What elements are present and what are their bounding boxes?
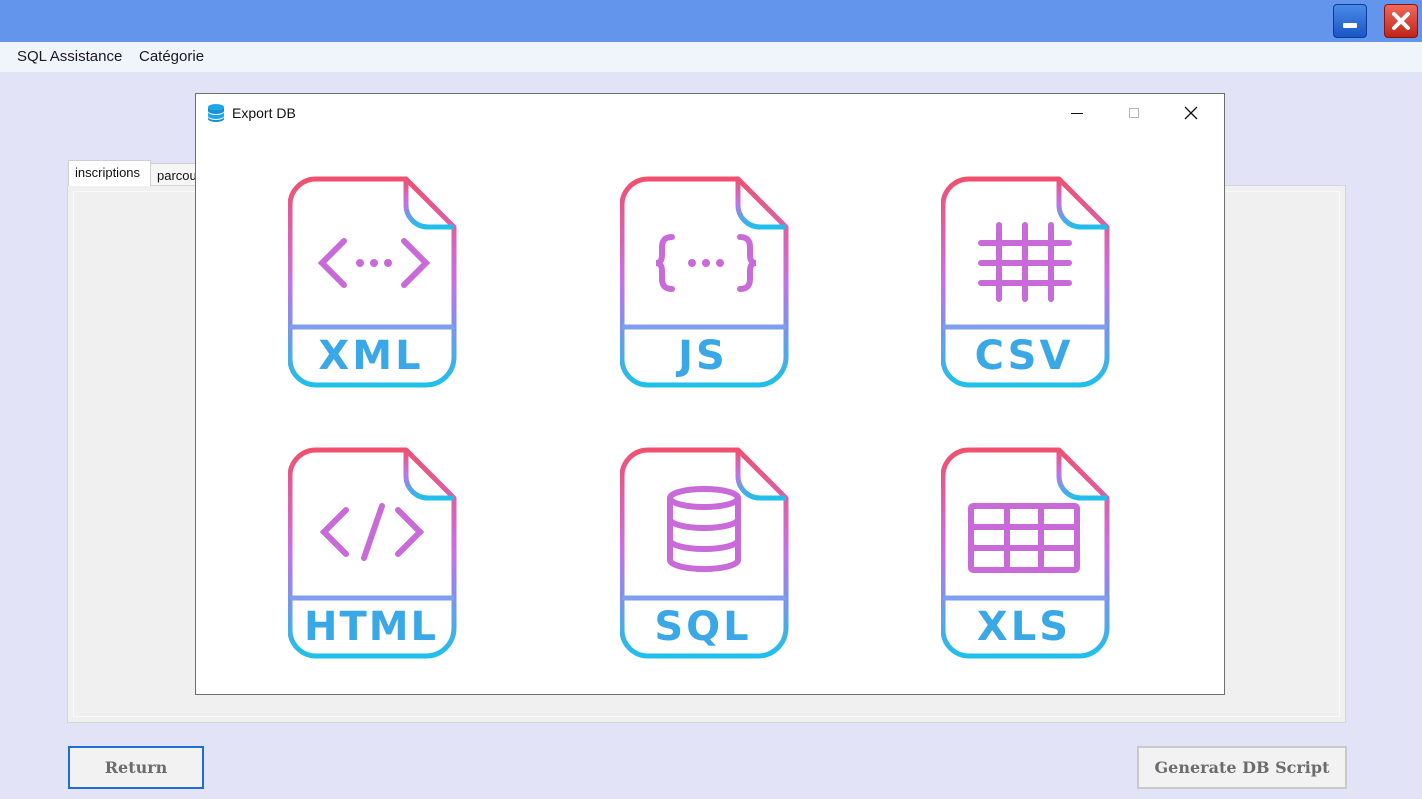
generate-db-script-button[interactable]: Generate DB Script [1137, 746, 1347, 789]
export-db-dialog: Export DB XML JS CSV HTML SQL XLS [195, 93, 1225, 695]
format-label: HTML [303, 604, 439, 650]
window-close-button[interactable] [1384, 4, 1418, 38]
return-button[interactable]: Return [68, 746, 204, 789]
format-label: XLS [976, 604, 1072, 650]
xls-file-icon[interactable]: XLS [941, 446, 1113, 660]
menu-categorie[interactable]: Catégorie [139, 48, 204, 65]
format-label: XML [318, 333, 424, 379]
dialog-maximize-button[interactable] [1106, 96, 1162, 130]
main-titlebar [0, 0, 1422, 42]
menu-bar [0, 42, 1422, 72]
tab-inscriptions[interactable]: inscriptions [68, 160, 151, 186]
csv-file-icon[interactable]: CSV [941, 175, 1113, 389]
dialog-minimize-button[interactable] [1049, 96, 1105, 130]
format-label: SQL [654, 604, 752, 650]
close-icon [1392, 12, 1410, 30]
menu-sql-assistance[interactable]: SQL Assistance [17, 48, 122, 65]
format-label: JS [678, 333, 728, 379]
js-file-icon[interactable]: JS [620, 175, 792, 389]
dialog-close-button[interactable] [1163, 96, 1219, 130]
format-label: CSV [974, 333, 1074, 379]
tab-parcours[interactable]: parcou [150, 163, 200, 185]
database-icon [206, 103, 226, 128]
dialog-title: Export DB [232, 105, 296, 121]
sql-file-icon[interactable]: SQL [620, 446, 792, 660]
window-minimize-button[interactable] [1333, 4, 1367, 38]
html-file-icon[interactable]: HTML [288, 446, 460, 660]
xml-file-icon[interactable]: XML [288, 175, 460, 389]
close-icon [1184, 106, 1198, 120]
